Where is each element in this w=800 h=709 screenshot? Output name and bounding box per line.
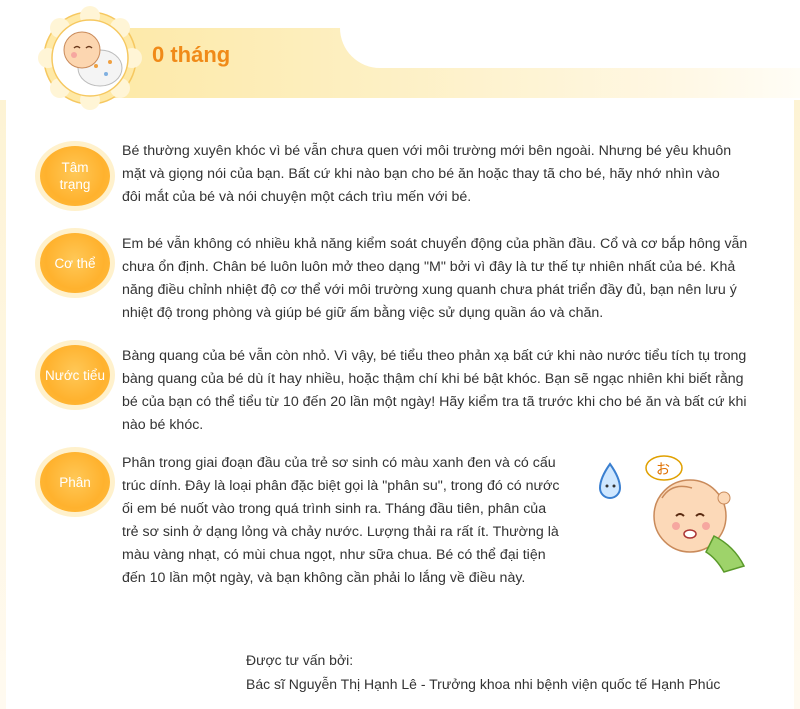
credit: Được tư vấn bởi: Bác sĩ Nguyễn Thị Hạnh …	[246, 648, 720, 696]
left-border	[0, 100, 6, 709]
credit-name: Bác sĩ Nguyễn Thị Hạnh Lê - Trưởng khoa …	[246, 676, 721, 692]
section-label-body: Cơ thể	[40, 233, 110, 293]
credit-intro: Được tư vấn bởi:	[246, 652, 354, 668]
section-text: Bàng quang của bé vẫn còn nhỏ. Vì vậy, b…	[122, 348, 747, 433]
baby-badge-icon	[38, 6, 142, 110]
section-label-text: Cơ thể	[54, 255, 96, 271]
page-title: 0 tháng	[152, 42, 231, 67]
section-label-urine: Nước tiểu	[40, 345, 110, 405]
section-text: Phân trong giai đoạn đầu của trẻ sơ sinh…	[122, 455, 560, 586]
section-text: Bé thường xuyên khóc vì bé vẫn chưa quen…	[122, 143, 732, 205]
page: 0 tháng Tâm trạng Bé thường xuyên khóc v…	[0, 0, 800, 709]
crying-baby-icon: お	[598, 455, 746, 573]
section-label-text: Nước tiểu	[45, 367, 105, 383]
speech-text: お	[656, 461, 670, 477]
section-label-text: Phân	[59, 474, 91, 490]
section-label-text: Tâm trạng	[59, 160, 91, 192]
section-label-mood: Tâm trạng	[40, 146, 110, 206]
section-text: Em bé vẫn không có nhiều khả năng kiểm s…	[122, 236, 748, 321]
header: 0 tháng	[0, 0, 800, 110]
right-border	[794, 100, 800, 709]
section-label-stool: Phân	[40, 452, 110, 512]
